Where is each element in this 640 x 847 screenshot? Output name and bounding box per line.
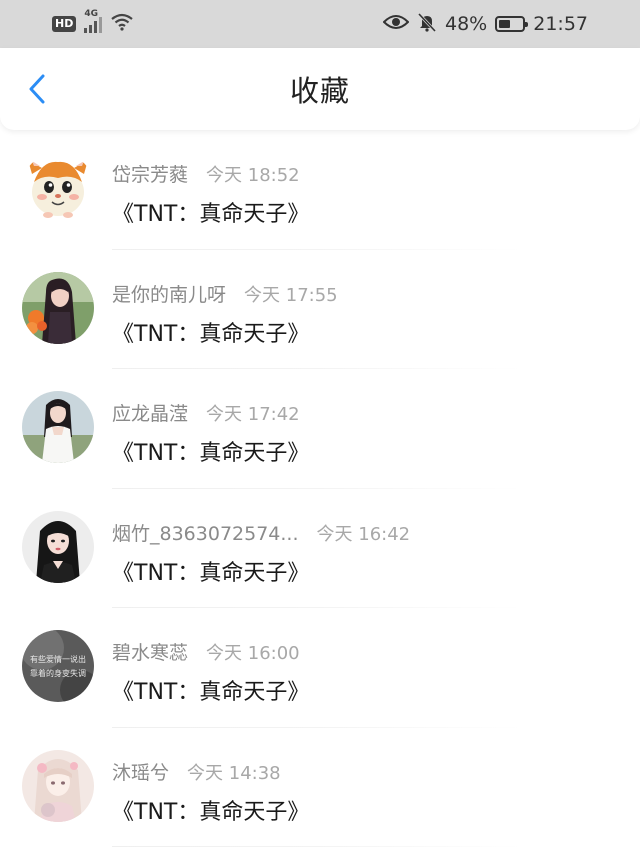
message-text[interactable]: 《TNT：真命天子》 — [112, 196, 309, 228]
timestamp: 今天 14:38 — [187, 762, 281, 784]
avatar[interactable] — [22, 271, 94, 344]
hd-icon: HD — [52, 16, 77, 32]
battery-fill — [499, 20, 510, 28]
list-item[interactable]: 应龙晶滢 今天 17:42 《TNT：真命天子》 — [0, 369, 640, 489]
wifi-icon — [110, 13, 134, 35]
message-text[interactable]: 《TNT：真命天子》 — [112, 316, 309, 348]
avatar[interactable]: 有些爱情一说出 靠着的身变失调 — [22, 630, 94, 702]
nickname[interactable]: 沐瑶兮 — [112, 758, 169, 785]
item-meta: 岱宗芳蕤 今天 18:52 — [112, 160, 300, 187]
status-right: 48% 21:57 — [382, 12, 588, 37]
message-text[interactable]: 《TNT：真命天子》 — [112, 674, 309, 706]
avatar-text-line1: 有些爱情一说出 — [30, 654, 86, 664]
battery-icon — [495, 16, 529, 32]
avatar[interactable] — [22, 749, 94, 822]
timestamp: 今天 16:42 — [316, 523, 411, 545]
nickname[interactable]: 应龙晶滢 — [112, 399, 188, 426]
list-item[interactable]: 烟竹_8363072574... 今天 16:42 《TNT：真命天子》 — [0, 489, 640, 608]
nickname[interactable]: 烟竹_8363072574... — [112, 519, 299, 546]
status-left: HD 4G — [52, 9, 134, 35]
message-text[interactable]: 《TNT：真命天子》 — [112, 555, 309, 587]
nav-header: 收藏 — [0, 48, 640, 130]
clock: 21:57 — [533, 13, 588, 35]
nickname[interactable]: 碧水寒蕊 — [112, 638, 188, 665]
eye-icon — [382, 13, 410, 35]
item-meta: 是你的南儿呀 今天 17:55 — [112, 280, 338, 307]
item-meta: 应龙晶滢 今天 17:42 — [112, 399, 300, 426]
network-type-label: 4G — [84, 9, 98, 19]
avatar[interactable] — [22, 391, 94, 463]
avatar-text-line2: 靠着的身变失调 — [30, 668, 86, 678]
page-title: 收藏 — [289, 74, 350, 108]
list-item[interactable]: 有些爱情一说出 靠着的身变失调 碧水寒蕊 今天 16:00 《TNT：真命天子》 — [0, 608, 640, 728]
bell-muted-icon — [417, 12, 437, 37]
item-meta: 烟竹_8363072574... 今天 16:42 — [112, 519, 410, 546]
timestamp: 今天 18:52 — [206, 165, 300, 186]
chevron-left-icon — [29, 74, 45, 104]
signal-icon: 4G — [84, 9, 103, 33]
message-text[interactable]: 《TNT：真命天子》 — [112, 435, 309, 467]
battery-percent: 48% — [445, 13, 488, 35]
avatar[interactable] — [22, 510, 94, 583]
list-item[interactable]: 沐瑶兮 今天 14:38 《TNT：真命天子》 — [0, 728, 640, 847]
message-text[interactable]: 《TNT：真命天子》 — [112, 794, 309, 826]
timestamp: 今天 17:55 — [244, 284, 338, 306]
favorites-list: 岱宗芳蕤 今天 18:52 《TNT：真命天子》 是你的南儿呀 今天 17:55… — [0, 130, 640, 847]
avatar[interactable] — [22, 152, 94, 224]
list-item[interactable]: 岱宗芳蕤 今天 18:52 《TNT：真命天子》 — [0, 130, 640, 250]
back-button[interactable] — [20, 72, 54, 106]
nickname[interactable]: 是你的南儿呀 — [112, 280, 226, 307]
nickname[interactable]: 岱宗芳蕤 — [112, 160, 188, 187]
timestamp: 今天 16:00 — [206, 643, 300, 664]
list-item[interactable]: 是你的南儿呀 今天 17:55 《TNT：真命天子》 — [0, 250, 640, 369]
item-meta: 沐瑶兮 今天 14:38 — [112, 758, 281, 785]
item-meta: 碧水寒蕊 今天 16:00 — [112, 638, 300, 665]
status-bar: HD 4G 48% 21:57 — [0, 0, 640, 48]
timestamp: 今天 17:42 — [206, 404, 300, 425]
